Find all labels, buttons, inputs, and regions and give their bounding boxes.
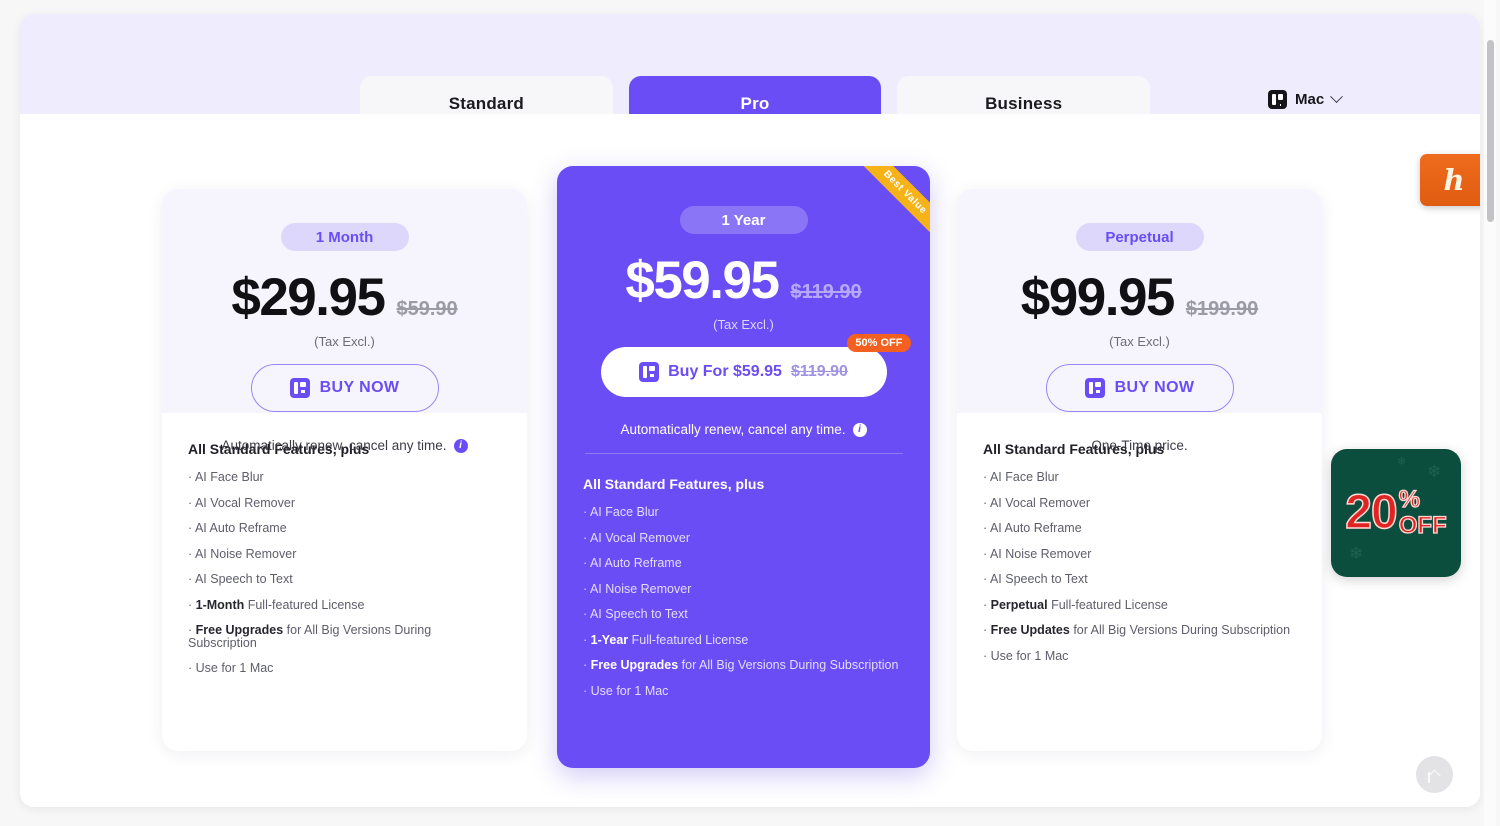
card-1-feature-list: · AI Face Blur · AI Vocal Remover · AI Aut… [188,471,501,675]
platform-label: Mac [1295,91,1325,108]
card-1-renew-note: Automatically renew, cancel any time. i [162,438,527,453]
card-2-features: All Standard Features, plus · AI Face Bl… [557,454,930,697]
feature-item: · Free Updates for All Big Versions Duri… [983,623,1291,637]
feature-item: · AI Auto Reframe [188,521,287,535]
pricing-card-1-year: Best Value 1 Year $59.95 $119.90 (Tax Ex… [557,166,930,768]
card-3-tax-note: (Tax Excl.) [1109,334,1170,349]
app-logo-icon [639,362,660,382]
feature-item: · Free Upgrades for All Big Versions Dur… [188,623,432,650]
feature-item: · Use for 1 Mac [983,648,1069,663]
promo-percent-sign: % [1398,486,1421,513]
app-logo-icon [1268,90,1287,109]
feature-item: · AI Noise Remover [583,581,692,596]
pricing-cards-area: 1 Month $29.95 $59.90 (Tax Excl.) BUY NO… [20,114,1480,807]
card-1-header: 1 Month $29.95 $59.90 (Tax Excl.) BUY NO… [162,189,527,453]
info-icon[interactable]: i [852,422,867,437]
card-1-price: $29.95 [231,268,386,327]
card-1-renew-text: Automatically renew, cancel any time. [221,438,447,453]
card-2-tax-note: (Tax Excl.) [713,317,774,332]
card-2-price: $59.95 [625,251,780,310]
card-2-feature-list: · AI Face Blur · AI Vocal Remover · AI Aut… [583,506,904,697]
platform-selector[interactable]: Mac [1268,90,1344,109]
card-3-price-note: One-Time price. [957,438,1322,453]
card-2-features-title: All Standard Features, plus [583,476,765,492]
app-logo-icon [289,378,310,398]
feature-item: · Perpetual Full-featured License [983,597,1168,612]
card-3-term-pill: Perpetual [1075,223,1204,251]
card-2-renew-text: Automatically renew, cancel any time. [620,422,846,437]
honey-icon: h [1443,162,1465,197]
card-1-price-old: $59.90 [396,298,458,320]
card-2-price-old: $119.90 [790,281,862,303]
feature-item: · AI Speech to Text [983,572,1088,586]
app-logo-icon [1084,378,1105,398]
card-3-price: $99.95 [1020,268,1176,327]
info-icon[interactable]: i [453,438,468,453]
feature-item: · AI Vocal Remover [188,495,295,510]
feature-item: · AI Noise Remover [983,546,1092,561]
tab-business-label: Business [985,94,1063,113]
feature-item: · AI Auto Reframe [583,556,682,570]
promo-discount-badge[interactable]: ❄ ❄ ❄ 20 % OFF [1331,449,1461,577]
card-3-price-old: $199.90 [1185,298,1259,320]
tab-standard-label: Standard [448,94,524,113]
pricing-card-1-month: 1 Month $29.95 $59.90 (Tax Excl.) BUY NO… [162,189,527,751]
feature-item: · AI Speech to Text [188,572,293,586]
browser-viewport: Standard Pro Business Mac 1 Month $29.95 [20,14,1480,807]
tab-pro-label: Pro [740,94,770,113]
card-2-term-pill: 1 Year [679,206,808,234]
card-3-feature-list: · AI Face Blur · AI Vocal Remover · AI Aut… [983,471,1296,662]
pricing-card-perpetual: Perpetual $99.95 $199.90 (Tax Excl.) BUY… [957,189,1322,751]
arrow-up-icon [1428,769,1441,783]
card-3-term-label: Perpetual [1105,228,1174,246]
card-1-buy-label: BUY NOW [319,379,400,396]
card-1-term-label: 1 Month [315,228,374,246]
card-1-term-pill: 1 Month [280,223,409,251]
card-2-term-label: 1 Year [721,211,766,229]
feature-item: · AI Noise Remover [188,546,297,561]
feature-item: · AI Face Blur [983,470,1059,484]
feature-item: · AI Vocal Remover [583,530,690,545]
feature-item: · AI Speech to Text [583,607,688,621]
feature-item: · Free Upgrades for All Big Versions Dur… [583,658,899,672]
page-scrollbar-thumb[interactable] [1487,40,1494,222]
card-2-buy-button[interactable]: Buy For $59.95 $119.90 50% OFF [600,334,911,397]
feature-item: · 1-Year Full-featured License [583,632,749,647]
card-2-buy-label: Buy For $59.95 [668,363,782,380]
feature-item: · AI Face Blur [583,505,659,519]
feature-item: · AI Auto Reframe [983,521,1082,535]
card-1-tax-note: (Tax Excl.) [314,334,375,349]
card-3-header: Perpetual $99.95 $199.90 (Tax Excl.) BUY… [957,189,1322,453]
feature-item: · 1-Month Full-featured License [188,597,365,612]
card-1-buy-now-button[interactable]: BUY NOW [250,364,439,412]
honey-extension-button[interactable]: h [1420,154,1480,206]
chevron-down-icon [1330,90,1344,104]
feature-item: · AI Face Blur [188,470,264,484]
scroll-to-top-button[interactable] [1416,756,1453,793]
card-3-price-note-text: One-Time price. [1091,438,1188,453]
promo-off-label: OFF [1398,512,1447,539]
promo-number: 20 [1345,486,1399,539]
card-3-buy-label: BUY NOW [1114,379,1195,396]
feature-item: · AI Vocal Remover [983,495,1090,510]
feature-item: · Use for 1 Mac [583,683,669,698]
card-2-renew-note: Automatically renew, cancel any time. i [557,422,930,437]
discount-badge: 50% OFF [847,334,911,352]
card-2-buy-old-price: $119.90 [790,363,848,380]
feature-item: · Use for 1 Mac [188,661,274,675]
card-3-buy-now-button[interactable]: BUY NOW [1045,364,1234,412]
